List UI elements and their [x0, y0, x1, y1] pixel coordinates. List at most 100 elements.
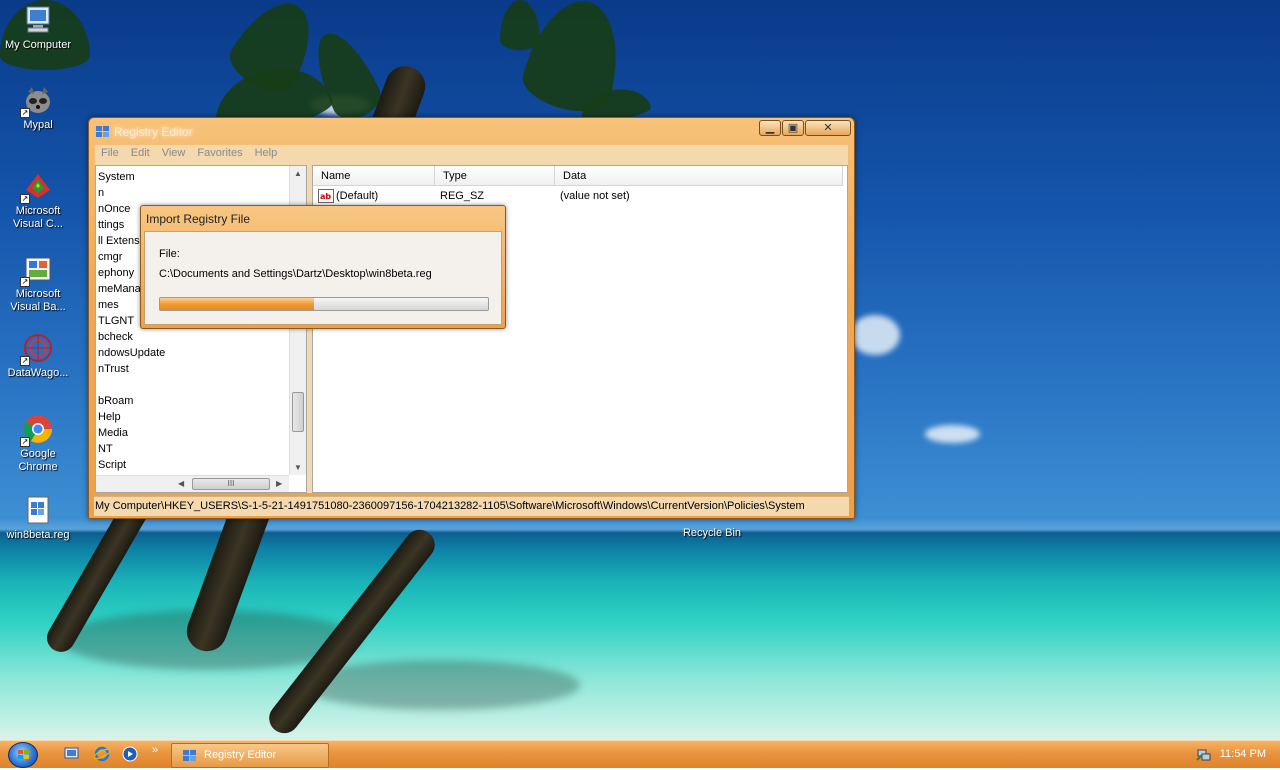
desktop-icon-google-chrome[interactable]: ↗ Google Chrome [0, 413, 76, 474]
desktop-icon-label: Visual C... [13, 218, 63, 230]
menu-view[interactable]: View [156, 145, 192, 161]
column-header-name[interactable]: Name [313, 166, 435, 186]
shortcut-arrow-icon: ↗ [20, 194, 30, 204]
network-tray-icon[interactable] [1196, 746, 1212, 765]
string-value-icon: ab [318, 189, 334, 206]
tree-item[interactable]: ephony [98, 267, 134, 279]
palm-leaf [500, 0, 540, 50]
cloud [850, 315, 900, 355]
desktop-icon-label: Google [20, 448, 56, 460]
shortcut-arrow-icon: ↗ [20, 277, 30, 287]
dialog-body: File: C:\Documents and Settings\Dartz\De… [144, 231, 502, 325]
visual-basic-icon: ↗ [20, 253, 54, 287]
menu-file[interactable]: File [95, 145, 125, 161]
column-header-type[interactable]: Type [435, 166, 555, 186]
scroll-right-arrow-icon[interactable]: ▶ [276, 479, 282, 488]
tree-item[interactable]: System [98, 171, 135, 183]
desktop-icon-win8beta-reg[interactable]: win8beta.reg [0, 494, 76, 542]
raccoon-icon: ↗ [20, 84, 54, 118]
svg-text:ab: ab [320, 192, 331, 201]
tree-item[interactable]: meMana [98, 283, 141, 295]
title-bar[interactable]: Registry Editor ▁ ▣ ✕ [89, 118, 854, 144]
system-clock[interactable]: 11:54 PM [1220, 748, 1266, 760]
tree-item[interactable]: ll Extensi [98, 235, 142, 247]
file-path: C:\Documents and Settings\Dartz\Desktop\… [159, 268, 432, 280]
tree-item[interactable]: bcheck [98, 331, 133, 343]
windows-logo-icon [18, 750, 29, 759]
status-bar: My Computer\HKEY_USERS\S-1-5-21-14917510… [94, 496, 849, 516]
desktop-icon-my-computer[interactable]: My Computer [0, 4, 76, 52]
tree-item[interactable]: ttings [98, 219, 124, 231]
menu-bar: File Edit View Favorites Help [95, 145, 848, 163]
vertical-scroll-thumb[interactable] [292, 392, 304, 432]
desktop-icon-mypal[interactable]: ↗ Mypal [0, 84, 76, 132]
progress-fill [160, 298, 315, 310]
desktop-icon-visual-basic[interactable]: ↗ Microsoft Visual Ba... [0, 253, 76, 314]
computer-icon [22, 4, 54, 36]
scroll-down-arrow-icon[interactable]: ▼ [294, 463, 302, 472]
import-registry-dialog: Import Registry File File: C:\Documents … [140, 205, 506, 329]
tree-horizontal-scrollbar[interactable]: ◀ III ▶ [96, 475, 289, 492]
quick-launch-overflow-icon[interactable]: » [152, 744, 158, 756]
tree-item[interactable]: Help [98, 411, 121, 423]
desktop-icon-label: Visual Ba... [10, 301, 66, 313]
taskbar-button-registry-editor[interactable]: Registry Editor [171, 743, 329, 768]
value-name: (Default) [336, 190, 379, 202]
tree-item[interactable]: Script [98, 459, 126, 471]
horizontal-scroll-thumb[interactable]: III [192, 478, 270, 490]
desktop-icon-label: Chrome [18, 461, 58, 473]
media-player-icon[interactable] [122, 746, 138, 762]
tree-item[interactable]: ndowsUpdate [98, 347, 165, 359]
desktop-icon-datawagon[interactable]: ↗ DataWago... [0, 332, 76, 380]
desktop-icon-label: Microsoft [15, 205, 61, 217]
desktop-icon-label: Recycle Bin [682, 527, 742, 539]
tree-item[interactable]: n [98, 187, 104, 199]
tree-item[interactable]: nTrust [98, 363, 129, 375]
cloud [925, 425, 980, 443]
registry-file-icon [22, 494, 54, 526]
chrome-icon: ↗ [20, 413, 54, 447]
datawagon-icon: ↗ [20, 332, 54, 366]
registry-editor-icon [182, 748, 198, 767]
desktop-icon-label: Mypal [23, 119, 53, 131]
tree-item[interactable]: cmgr [98, 251, 122, 263]
maximize-button[interactable]: ▣ [782, 120, 804, 136]
shortcut-arrow-icon: ↗ [20, 356, 30, 366]
close-button[interactable]: ✕ [805, 120, 851, 136]
import-progress-bar [159, 297, 489, 311]
value-data: (value not set) [560, 190, 630, 202]
tree-item[interactable]: bRoam [98, 395, 133, 407]
scroll-up-arrow-icon[interactable]: ▲ [294, 169, 302, 178]
scroll-left-arrow-icon[interactable]: ◀ [178, 479, 184, 488]
registry-editor-icon [95, 124, 111, 140]
window-title: Registry Editor [114, 125, 193, 139]
desktop-icon-label: DataWago... [7, 367, 69, 379]
taskbar-button-label: Registry Editor [204, 749, 277, 761]
menu-edit[interactable]: Edit [125, 145, 156, 161]
desktop-icon-label: Microsoft [15, 288, 61, 300]
desktop-icon-label: My Computer [4, 39, 72, 51]
tree-item[interactable]: TLGNT [98, 315, 134, 327]
desktop-icon-label: win8beta.reg [6, 529, 70, 541]
tree-item[interactable]: nOnce [98, 203, 130, 215]
file-label: File: [159, 248, 180, 260]
column-header-data[interactable]: Data [555, 166, 843, 186]
tree-item[interactable]: NT [98, 443, 113, 455]
value-type: REG_SZ [440, 190, 485, 202]
restore-icon: ▣ [787, 122, 799, 134]
menu-favorites[interactable]: Favorites [191, 145, 248, 161]
visual-cpp-icon: ↗ [20, 170, 54, 204]
close-icon: ✕ [823, 122, 833, 134]
desktop-icon-visual-c[interactable]: ↗ Microsoft Visual C... [0, 170, 76, 231]
start-button[interactable] [8, 742, 38, 768]
minimize-icon: ▁ [765, 122, 775, 134]
shortcut-arrow-icon: ↗ [20, 437, 30, 447]
tree-item[interactable]: Media [98, 427, 128, 439]
internet-explorer-icon[interactable] [93, 746, 111, 762]
minimize-button[interactable]: ▁ [759, 120, 781, 136]
tree-item[interactable]: mes [98, 299, 119, 311]
show-desktop-icon[interactable] [64, 746, 80, 762]
menu-help[interactable]: Help [249, 145, 284, 161]
dialog-title: Import Registry File [146, 212, 251, 226]
taskbar: » Registry Editor 11:54 PM [0, 740, 1280, 768]
